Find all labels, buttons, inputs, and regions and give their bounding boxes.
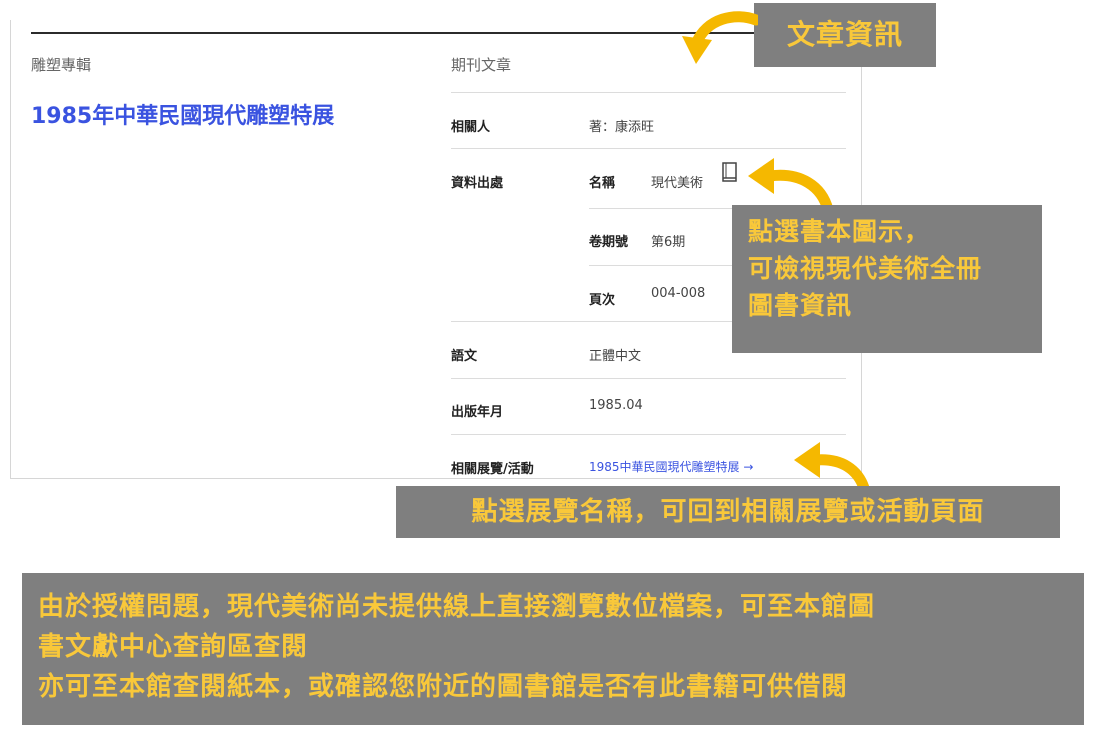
- footer-line: 亦可至本館查閱紙本，或確認您附近的圖書館是否有此書籍可供借閱: [38, 672, 849, 702]
- row-divider: [451, 148, 846, 149]
- callout-line: 點選書本圖示，: [748, 217, 931, 246]
- name-label: 名稱: [589, 176, 616, 191]
- source-label: 資料出處: [451, 176, 504, 191]
- curved-arrow-icon: [794, 442, 870, 492]
- footer-note: 由於授權問題，現代美術尚未提供線上直接瀏覽數位檔案，可至本館圖 書文獻中心查詢區…: [22, 573, 1084, 725]
- row-divider: [451, 92, 846, 93]
- pages-label: 頁次: [589, 293, 616, 308]
- callout-line: 圖書資訊: [748, 291, 853, 320]
- exhibition-label: 相關展覽/活動: [451, 462, 534, 477]
- row-divider: [451, 378, 846, 379]
- people-value: 著：康添旺: [589, 120, 655, 135]
- language-value: 正體中文: [589, 349, 642, 364]
- issue-value: 第6期: [651, 235, 686, 250]
- callout-article-info: 文章資訊: [754, 3, 936, 67]
- footer-line: 由於授權問題，現代美術尚未提供線上直接瀏覽數位檔案，可至本館圖: [38, 592, 876, 622]
- callout-book-icon: 點選書本圖示， 可檢視現代美術全冊 圖書資訊: [732, 205, 1042, 353]
- record-title: 1985年中華民國現代雕塑特展: [31, 104, 335, 129]
- callout-exhibition: 點選展覽名稱，可回到相關展覽或活動頁面: [396, 486, 1060, 538]
- pages-value: 004-008: [651, 286, 706, 301]
- row-divider: [451, 434, 846, 435]
- section-heading: 期刊文章: [451, 56, 512, 74]
- language-label: 語文: [451, 349, 478, 364]
- name-value: 現代美術: [651, 176, 704, 191]
- pubdate-value: 1985.04: [589, 398, 643, 413]
- issue-label: 卷期號: [589, 235, 629, 250]
- exhibition-link[interactable]: 1985中華民國現代雕塑特展 →: [589, 458, 753, 475]
- footer-line: 書文獻中心查詢區查閱: [38, 632, 309, 662]
- pubdate-label: 出版年月: [451, 405, 504, 420]
- people-label: 相關人: [451, 120, 491, 135]
- curved-arrow-icon: [682, 11, 758, 64]
- callout-line: 可檢視現代美術全冊: [748, 254, 983, 283]
- record-category: 雕塑專輯: [31, 56, 92, 74]
- book-icon[interactable]: [721, 161, 739, 183]
